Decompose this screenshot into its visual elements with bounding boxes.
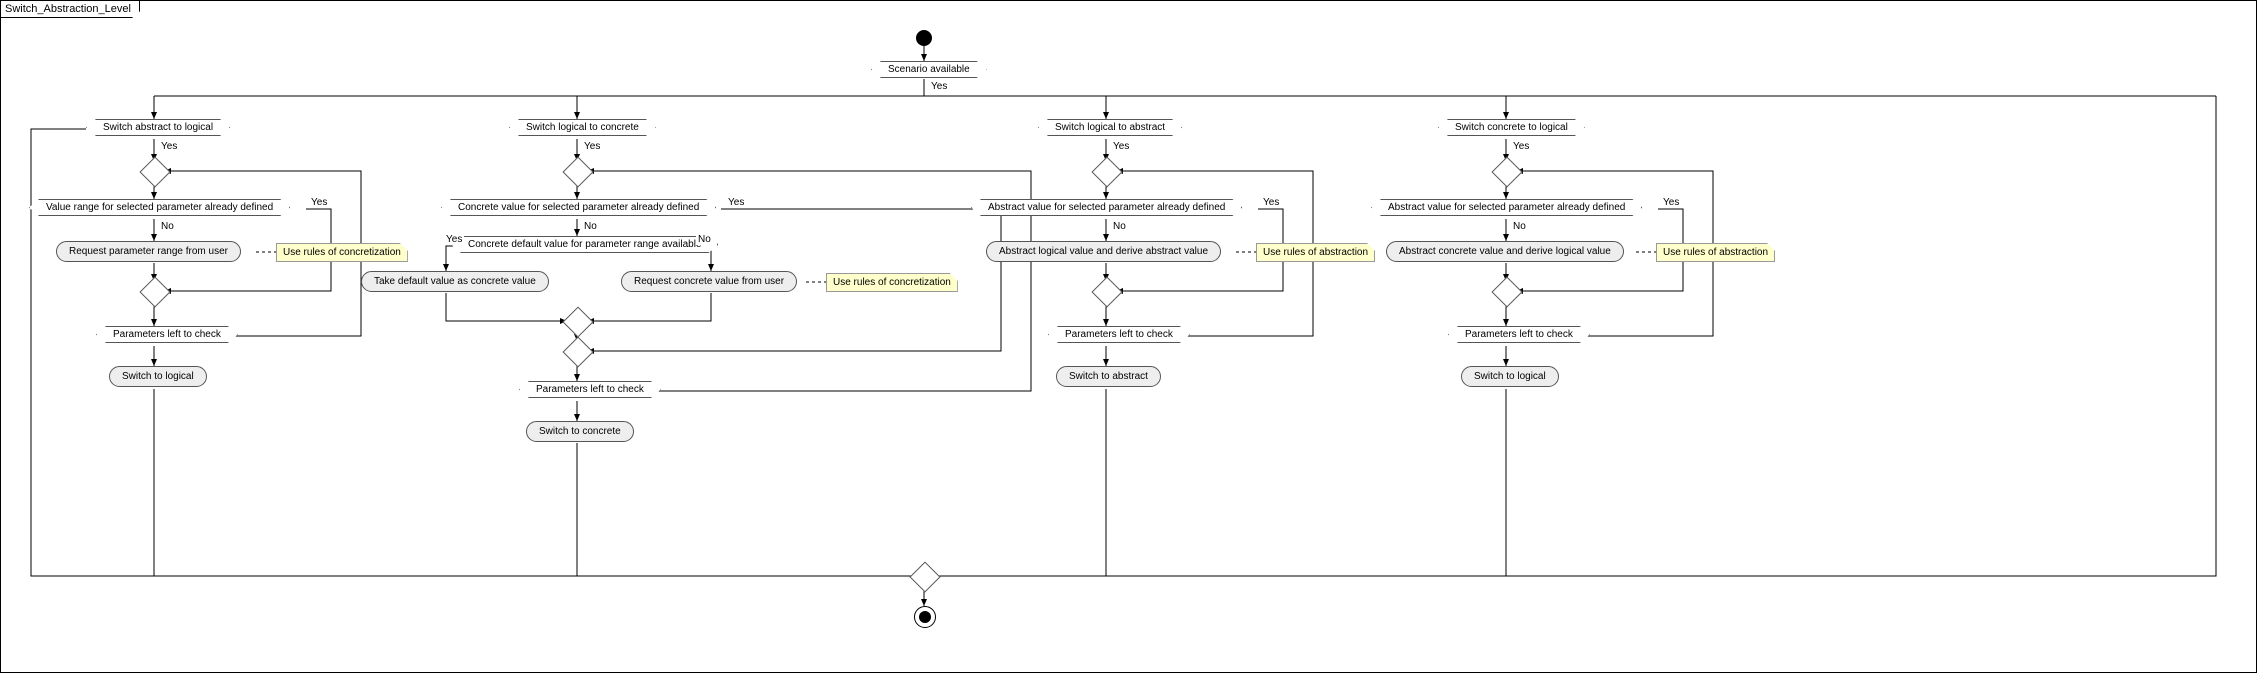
merge-final [914,566,936,588]
merge-b4-top [1496,161,1518,183]
merge-b3-top [1096,161,1118,183]
merge-b2-mid1 [567,311,589,333]
decision-b4-params-left: Parameters left to check [1448,326,1590,343]
label-yes: Yes [1111,141,1131,152]
label-yes: Yes [1661,197,1681,208]
label-no: No [1111,221,1128,232]
frame-title: Switch_Abstraction_Level [1,1,140,18]
note-b2: Use rules of concretization [826,273,958,292]
label-yes: Yes [1261,197,1281,208]
initial-node [916,30,932,46]
decision-b2-check-default: Concrete default value for parameter ran… [451,236,718,253]
decision-b2-switch: Switch logical to concrete [509,119,656,136]
decision-b2-check-defined: Concrete value for selected parameter al… [441,199,716,216]
action-b3-switch: Switch to abstract [1056,366,1161,387]
merge-b4-mid [1496,281,1518,303]
note-b4: Use rules of abstraction [1656,243,1775,262]
merge-b2-top [567,161,589,183]
label-no: No [1511,221,1528,232]
merge-b1-top [144,161,166,183]
decision-scenario-available: Scenario available [871,61,987,78]
action-b2-switch: Switch to concrete [526,421,634,442]
action-b2-request-concrete: Request concrete value from user [621,271,797,292]
action-b1-switch: Switch to logical [109,366,207,387]
label-yes: Yes [582,141,602,152]
decision-b1-switch: Switch abstract to logical [86,119,230,136]
decision-b3-switch: Switch logical to abstract [1038,119,1182,136]
action-b3-abstract: Abstract logical value and derive abstra… [986,241,1221,262]
label-yes: Yes [444,234,464,245]
decision-b1-check-defined: Value range for selected parameter alrea… [29,199,290,216]
decision-b3-check-defined: Abstract value for selected parameter al… [971,199,1242,216]
decision-b4-check-defined: Abstract value for selected parameter al… [1371,199,1642,216]
label-yes: Yes [726,197,746,208]
action-b2-take-default: Take default value as concrete value [361,271,549,292]
label-yes: Yes [929,81,949,92]
label-yes: Yes [159,141,179,152]
label-no: No [582,221,599,232]
note-b3: Use rules of abstraction [1256,243,1375,262]
decision-b4-switch: Switch concrete to logical [1438,119,1585,136]
merge-b2-mid2 [567,341,589,363]
label-no: No [159,221,176,232]
label-no: No [696,234,713,245]
merge-b1-mid [144,281,166,303]
action-b1-request-range: Request parameter range from user [56,241,241,262]
decision-b1-params-left: Parameters left to check [96,326,238,343]
decision-b3-params-left: Parameters left to check [1048,326,1190,343]
activity-frame: Switch_Abstraction_Level [0,0,2257,673]
note-b1: Use rules of concretization [276,243,408,262]
label-yes: Yes [1511,141,1531,152]
decision-b2-params-left: Parameters left to check [519,381,661,398]
merge-b3-mid [1096,281,1118,303]
action-b4-switch: Switch to logical [1461,366,1559,387]
action-b4-abstract: Abstract concrete value and derive logic… [1386,241,1624,262]
final-node [914,606,936,628]
label-yes: Yes [309,197,329,208]
